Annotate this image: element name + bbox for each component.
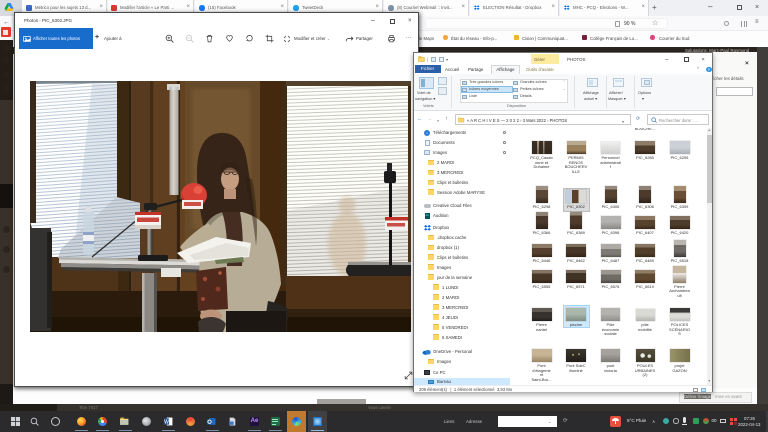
svg-text:W: W xyxy=(164,419,169,425)
